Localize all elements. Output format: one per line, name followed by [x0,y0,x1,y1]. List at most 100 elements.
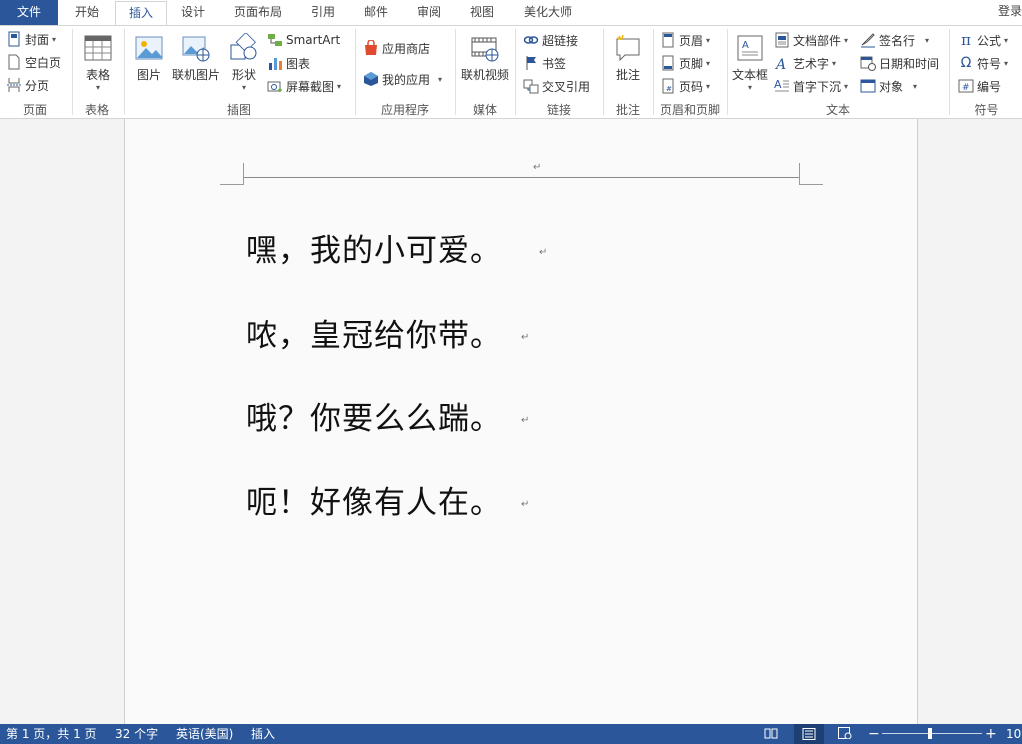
online-picture-icon [181,33,211,63]
cover-page-button[interactable]: 封面▾ [6,29,56,49]
svg-text:A: A [774,57,786,71]
insert-mode-status[interactable]: 插入 [251,724,275,744]
pi-icon: π [958,32,974,48]
picture-label: 图片 [137,66,161,83]
tab-beautify[interactable]: 美化大师 [512,0,584,25]
blank-page-button[interactable]: 空白页 [6,52,61,72]
tab-home[interactable]: 开始 [62,0,112,25]
paragraph-mark: ↵ [521,415,529,426]
document-area[interactable]: ↵ 嘿，我的小可爱。 ↵ 哝，皇冠给你带。 ↵ 哦？你要么么踹。 ↵ 呃！好像有… [0,119,1022,724]
crop-mark [220,184,244,185]
group-divider [727,29,728,115]
tab-layout[interactable]: 页面布局 [224,0,292,25]
bookmark-icon [523,55,539,71]
date-time-label: 日期和时间 [879,55,939,72]
page-number-button[interactable]: # 页码▾ [660,76,710,96]
paragraph-2[interactable]: 哝，皇冠给你带。 [246,310,502,355]
blank-page-icon [6,54,22,70]
hyperlink-button[interactable]: 超链接 [523,30,578,50]
comment-button[interactable]: 批注 [610,33,646,83]
tab-references[interactable]: 引用 [298,0,348,25]
zoom-level[interactable]: 10 [1006,724,1021,744]
my-apps-button[interactable]: 我的应用▾ [363,69,442,89]
online-picture-label: 联机图片 [172,66,220,83]
app-store-button[interactable]: 应用商店 [363,38,430,58]
svg-text:A: A [774,78,782,91]
svg-text:A: A [742,40,749,51]
omega-icon: Ω [958,55,974,71]
cross-reference-button[interactable]: 交叉引用 [523,76,590,96]
paragraph-mark: ↵ [521,332,529,343]
paragraph-1[interactable]: 嘿，我的小可爱。 [246,225,502,270]
textbox-button[interactable]: A 文本框 ▾ [730,33,770,93]
page-break-button[interactable]: 分页 [6,75,49,95]
header-button[interactable]: 页眉▾ [660,30,710,50]
group-divider [355,29,356,115]
zoom-in-button[interactable]: + [985,724,997,744]
smartart-button[interactable]: SmartArt [267,30,340,50]
drop-cap-button[interactable]: A 首字下沉▾ [774,76,848,96]
table-label: 表格 [86,66,110,83]
numbering-button[interactable]: # 编号 [958,76,1001,96]
paragraph-mark: ↵ [539,247,547,258]
object-button[interactable]: 对象▾ [860,76,917,96]
screenshot-icon [267,78,283,94]
paragraph-mark: ↵ [521,499,529,510]
paragraph-3[interactable]: 哦？你要么么踹。 [246,393,502,438]
object-label: 对象 [879,78,903,95]
group-divider [949,29,950,115]
page-break-icon [6,77,22,93]
tab-file[interactable]: 文件 [0,0,58,25]
online-video-button[interactable]: 联机视频 [459,33,511,83]
chart-button[interactable]: 图表 [267,53,310,73]
group-label-pages: 页面 [0,101,70,118]
tab-design[interactable]: 设计 [168,0,218,25]
tab-review[interactable]: 审阅 [404,0,454,25]
read-mode-icon[interactable] [764,727,778,739]
online-picture-button[interactable]: 联机图片 [170,33,222,83]
tab-view[interactable]: 视图 [457,0,507,25]
login-link[interactable]: 登录 [998,0,1022,22]
bookmark-button[interactable]: 书签 [523,53,566,73]
date-time-button[interactable]: 日期和时间 [860,53,939,73]
chevron-down-icon: ▾ [52,35,56,44]
cross-reference-label: 交叉引用 [542,78,590,95]
word-count-status[interactable]: 32 个字 [115,724,158,744]
zoom-out-button[interactable]: − [868,724,880,744]
quick-parts-label: 文档部件 [793,32,841,49]
signature-icon [860,32,876,48]
chevron-down-icon: ▾ [706,59,710,68]
paragraph-4[interactable]: 呃！好像有人在。 [246,477,502,522]
header-icon [660,32,676,48]
group-label-symbols: 符号 [951,101,1022,118]
signature-line-button[interactable]: 签名行▾ [860,30,929,50]
quick-parts-button[interactable]: 文档部件▾ [774,30,848,50]
print-layout-icon[interactable] [794,724,824,744]
screenshot-button[interactable]: 屏幕截图▾ [267,76,341,96]
shapes-button[interactable]: 形状 ▾ [226,33,262,93]
picture-button[interactable]: 图片 [132,33,166,83]
language-status[interactable]: 英语(美国) [176,724,233,744]
table-icon [83,33,113,63]
web-layout-icon[interactable] [838,727,852,739]
chevron-down-icon: ▾ [1004,59,1008,68]
zoom-slider-thumb[interactable] [928,728,932,739]
zoom-slider[interactable] [882,733,982,734]
tab-mailings[interactable]: 邮件 [351,0,401,25]
tab-insert[interactable]: 插入 [115,1,167,26]
table-button[interactable]: 表格 ▾ [80,33,116,93]
ribbon-tab-bar: 文件 开始 插入 设计 页面布局 引用 邮件 审阅 视图 美化大师 登录 [0,0,1022,25]
calendar-icon [860,55,876,71]
page-count-status[interactable]: 第 1 页，共 1 页 [6,724,97,744]
footer-button[interactable]: 页脚▾ [660,53,710,73]
chevron-down-icon: ▾ [844,36,848,45]
document-page[interactable]: ↵ 嘿，我的小可爱。 ↵ 哝，皇冠给你带。 ↵ 哦？你要么么踹。 ↵ 呃！好像有… [124,119,918,724]
symbol-label: 符号 [977,55,1001,72]
wordart-button[interactable]: A 艺术字▾ [774,53,836,73]
equation-label: 公式 [977,32,1001,49]
symbol-button[interactable]: Ω 符号▾ [958,53,1008,73]
shapes-icon [229,33,259,63]
equation-button[interactable]: π 公式▾ [958,30,1008,50]
chevron-down-icon: ▾ [1004,36,1008,45]
crop-mark [243,163,244,185]
